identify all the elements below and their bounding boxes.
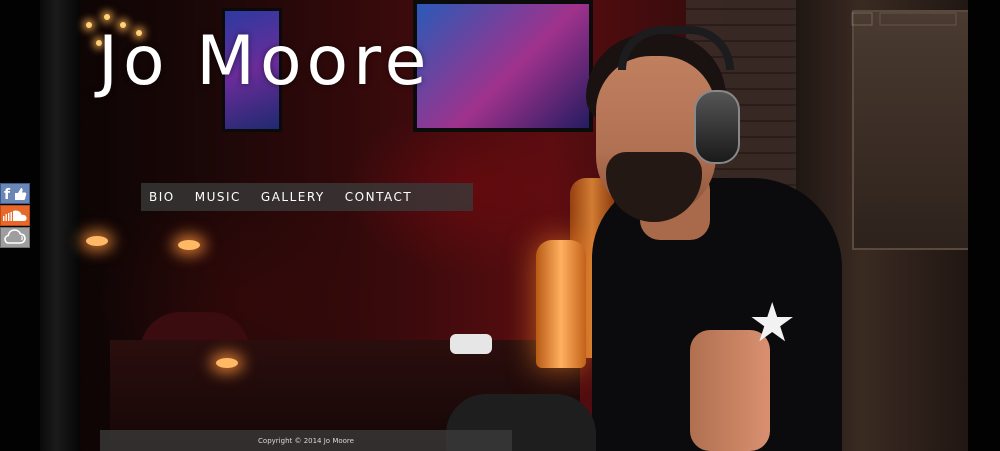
pillar-shadow [40,0,80,451]
mixcloud-button[interactable] [0,227,30,248]
candle-light [216,358,238,368]
wooden-cabinet [852,10,972,250]
nav-link-music[interactable]: MUSIC [195,183,241,211]
copyright-text: Copyright © 2014 Jo Moore [258,436,354,445]
soundcloud-icon [3,210,27,221]
social-sidebar: f [0,183,30,249]
candle-light [178,240,200,250]
cloud-icon [4,229,26,244]
svg-text:f: f [4,187,11,202]
star-icon: ★ [748,291,797,354]
candle-light [86,236,108,246]
watermark-logo [851,12,957,26]
footer: Copyright © 2014 Jo Moore [100,430,512,451]
right-edge [968,0,1000,451]
nav-link-contact[interactable]: CONTACT [345,183,412,211]
glowing-bottle [536,240,586,368]
wall-screen [413,0,593,132]
facebook-like-icon: f [4,187,27,202]
headphones-icon [694,90,740,164]
chandelier-light [104,14,110,20]
soundcloud-button[interactable] [0,205,30,226]
watermark [850,10,960,31]
main-nav: BIO MUSIC GALLERY CONTACT [141,183,473,211]
facebook-button[interactable]: f [0,183,30,204]
site-title: Jo Moore [98,22,432,101]
chandelier-light [86,22,92,28]
glass [450,334,492,354]
nav-link-bio[interactable]: BIO [149,183,175,211]
nav-link-gallery[interactable]: GALLERY [261,183,325,211]
